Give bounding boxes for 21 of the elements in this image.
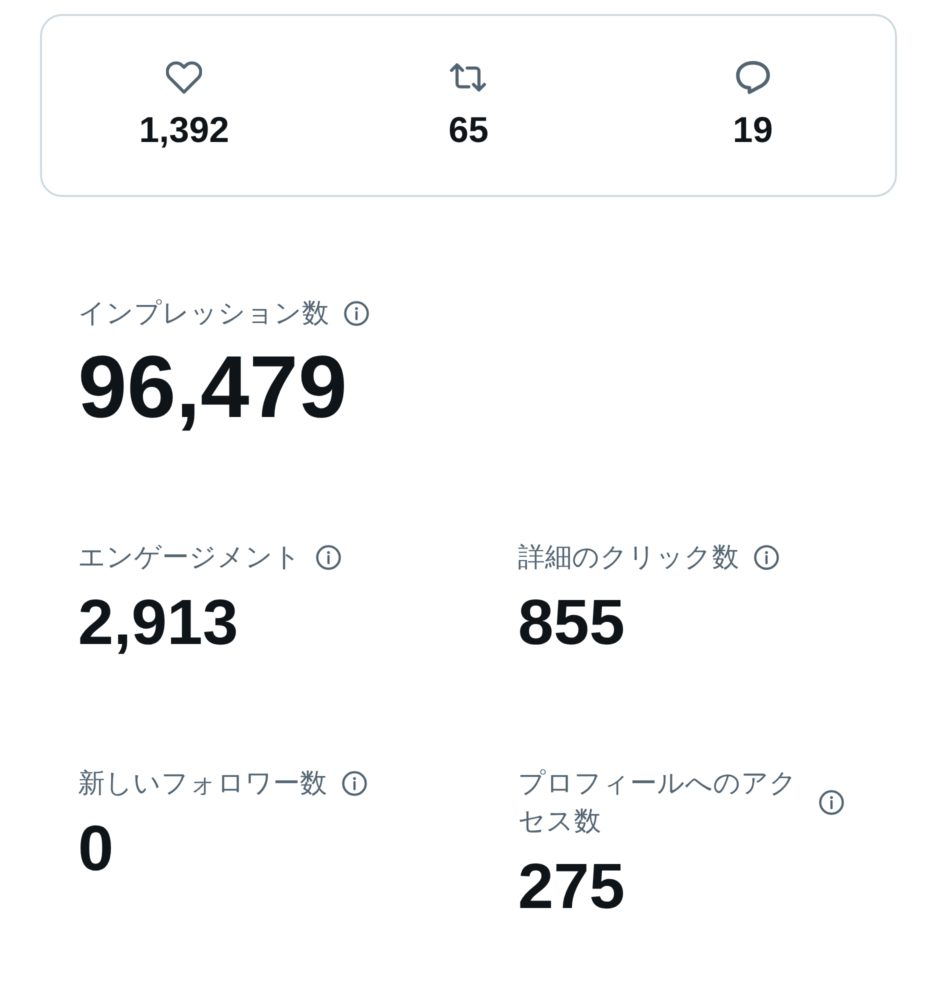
metric-label: インプレッション数: [78, 297, 329, 330]
info-icon[interactable]: [753, 544, 780, 570]
metric-value: 2,913: [78, 586, 238, 658]
speech-bubble-icon[interactable]: [734, 61, 771, 94]
metric-label: 詳細のクリック数: [518, 541, 739, 574]
metric-value: 855: [518, 586, 625, 658]
info-icon[interactable]: [341, 770, 368, 796]
repeat-arrows-icon[interactable]: [450, 61, 486, 94]
info-icon[interactable]: [315, 544, 342, 570]
info-icon[interactable]: [818, 788, 846, 816]
metric-value: 275: [518, 850, 625, 922]
metric-label: エンゲージメント: [78, 541, 301, 574]
engagement-count: 1,392: [139, 110, 230, 150]
metric-value: 96,479: [78, 339, 348, 435]
metric-label: プロフィールへのアクセス数: [518, 767, 798, 838]
info-icon[interactable]: [343, 300, 370, 326]
engagement-count: 19: [732, 110, 773, 150]
heart-icon[interactable]: [166, 61, 202, 94]
metric-value: 0: [78, 812, 114, 884]
metric-label: 新しいフォロワー数: [78, 767, 327, 800]
engagement-count: 65: [448, 110, 489, 150]
